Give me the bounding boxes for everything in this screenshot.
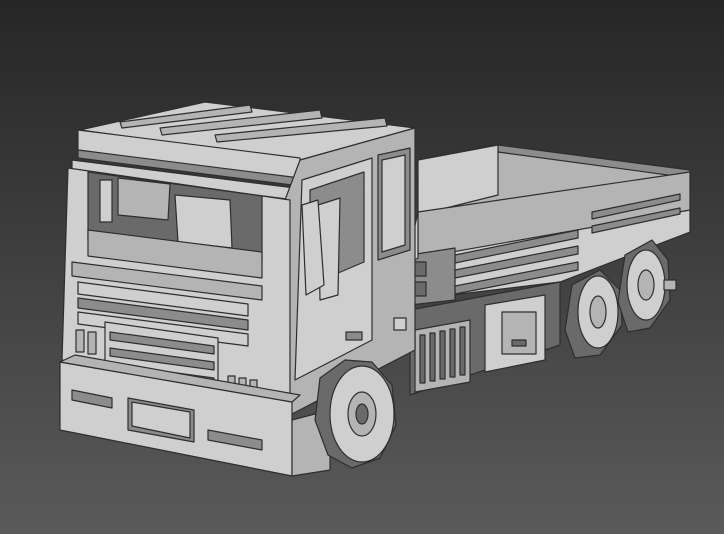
viewport-3d[interactable] [0,0,724,534]
voxel-truck-render [0,0,724,534]
